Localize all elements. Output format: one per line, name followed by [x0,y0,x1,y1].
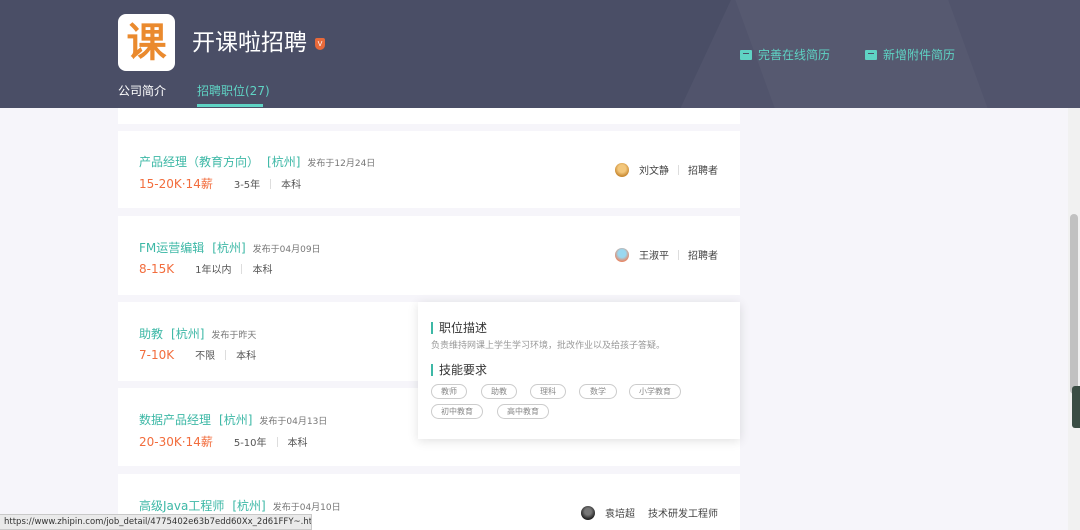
add-attachment-resume-button[interactable]: 新增附件简历 [865,46,955,63]
divider [276,436,278,447]
scrollbar-thumb[interactable] [1070,214,1078,394]
recruiter-info[interactable]: 袁培超 技术研发工程师 [581,505,718,520]
job-card-partial [118,108,740,124]
job-date: 发布于04月10日 [272,503,341,513]
skill-tag: 高中教育 [497,404,549,419]
job-education: 本科 [281,180,302,191]
logo-glyph: 课 [126,19,167,66]
description-heading-label: 职位描述 [439,321,488,335]
tab-company-intro[interactable]: 公司简介 [118,82,166,99]
skill-tag: 数学 [579,384,617,399]
complete-online-resume-button[interactable]: 完善在线简历 [740,46,830,63]
job-city: [杭州] [171,327,205,341]
divider [225,349,227,360]
recruiter-role: 招聘者 [688,251,718,262]
recruiter-name: 王淑平 [639,251,669,262]
recruiter-name: 袁培超 [605,509,635,520]
job-city: [杭州] [267,155,301,169]
avatar [615,247,629,262]
skill-tag: 教师 [431,384,467,399]
job-education: 本科 [287,438,308,449]
company-logo: 课 [118,14,175,71]
recruiter-name: 刘文静 [639,166,669,177]
attachment-icon [865,49,877,60]
skill-tag: 助教 [481,384,517,399]
add-attachment-resume-label: 新增附件简历 [883,48,956,62]
side-feedback-widget[interactable] [1072,386,1080,428]
description-heading: 职位描述 [431,319,487,336]
complete-online-resume-label: 完善在线简历 [758,48,831,62]
job-card[interactable]: FM运营编辑 [杭州] 发布于04月09日 8-15K 1年以内 本科 王淑平 … [118,216,740,295]
job-date: 发布于昨天 [211,331,257,341]
recruiter-role: 技术研发工程师 [648,509,718,520]
heading-accent-bar [431,321,433,334]
verified-badge-icon: V [315,38,325,50]
job-detail-popup: 职位描述 负责维持网课上学生学习环境，批改作业以及给孩子答疑。 技能要求 教师 … [418,302,740,439]
job-education: 本科 [236,351,257,362]
recruiter-info[interactable]: 刘文静 招聘者 [615,162,718,177]
tab-job-positions[interactable]: 招聘职位(27) [197,82,270,99]
job-city: [杭州] [232,499,266,513]
job-title[interactable]: FM运营编辑 [139,239,204,256]
divider [270,178,272,189]
link-status-bar: https://www.zhipin.com/job_detail/477540… [0,514,312,530]
job-education: 本科 [252,265,273,276]
job-title[interactable]: 高级Java工程师 [139,497,224,514]
job-city: [杭州] [219,413,253,427]
job-title[interactable]: 数据产品经理 [139,411,211,428]
resume-icon [740,49,752,60]
company-name: 开课啦招聘 [192,30,307,56]
job-card[interactable]: 产品经理（教育方向） [杭州] 发布于12月24日 15-20K·14薪 3-5… [118,131,740,208]
job-title[interactable]: 助教 [139,325,163,342]
skills-heading: 技能要求 [431,361,487,378]
skill-tag: 理科 [530,384,566,399]
job-salary: 7-10K [139,347,175,362]
skill-tag: 小学教育 [629,384,681,399]
avatar [581,505,595,520]
job-experience: 不限 [195,351,216,362]
job-description: 负责维持网课上学生学习环境，批改作业以及给孩子答疑。 [431,341,666,351]
job-date: 发布于04月13日 [259,417,328,427]
job-title[interactable]: 产品经理（教育方向） [139,153,259,170]
job-city: [杭州] [212,241,246,255]
job-date: 发布于04月09日 [252,245,321,255]
avatar [615,162,629,177]
job-experience: 5-10年 [233,438,267,449]
skills-heading-label: 技能要求 [439,363,488,377]
job-experience: 3-5年 [233,180,261,191]
job-salary: 8-15K [139,261,175,276]
company-header: 课 开课啦招聘 V 完善在线简历 新增附件简历 公司简介 招聘职位(27) [0,0,1080,108]
recruiter-info[interactable]: 王淑平 招聘者 [615,247,718,262]
job-experience: 1年以内 [195,265,232,276]
skill-tag: 初中教育 [431,404,483,419]
divider [678,249,679,260]
job-salary: 15-20K·14薪 [139,177,213,191]
divider [678,164,679,175]
divider [241,263,243,274]
job-salary: 20-30K·14薪 [139,435,213,449]
job-date: 发布于12月24日 [307,159,376,169]
recruiter-role: 招聘者 [688,166,718,177]
heading-accent-bar [431,363,433,376]
active-tab-underline [197,104,263,107]
